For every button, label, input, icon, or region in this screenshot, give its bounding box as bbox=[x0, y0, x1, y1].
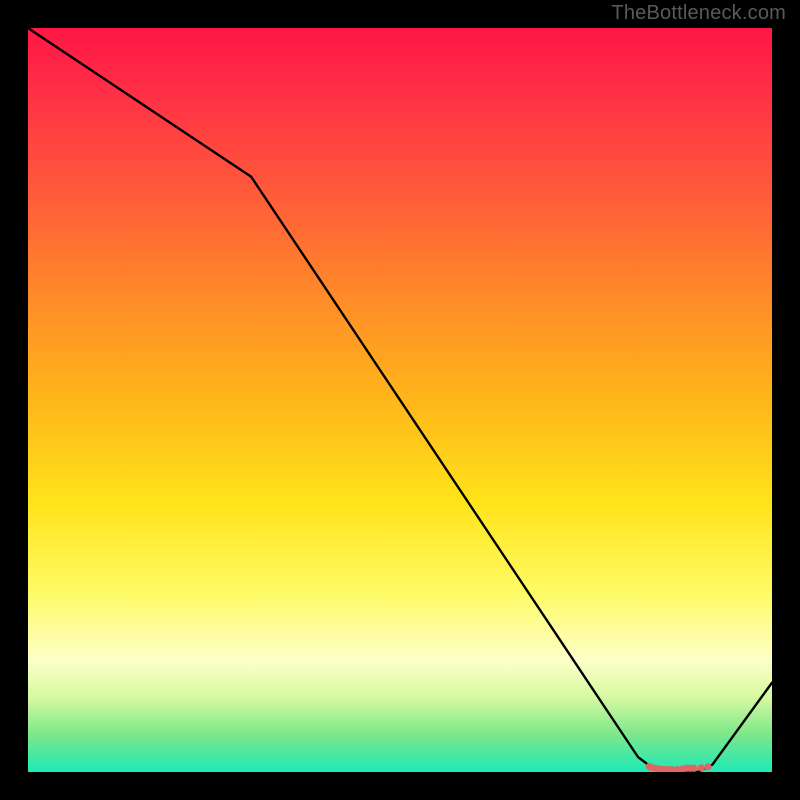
curve-line bbox=[28, 28, 772, 772]
chart-overlay bbox=[28, 28, 772, 772]
chart-frame: TheBottleneck.com bbox=[0, 0, 800, 800]
marker-dot bbox=[698, 764, 705, 771]
marker-dot bbox=[690, 765, 697, 772]
curve-polyline bbox=[28, 28, 772, 772]
marker-dot bbox=[704, 763, 711, 770]
plot-area bbox=[28, 28, 772, 772]
marker-dots bbox=[646, 763, 712, 772]
attribution-label: TheBottleneck.com bbox=[611, 2, 786, 25]
